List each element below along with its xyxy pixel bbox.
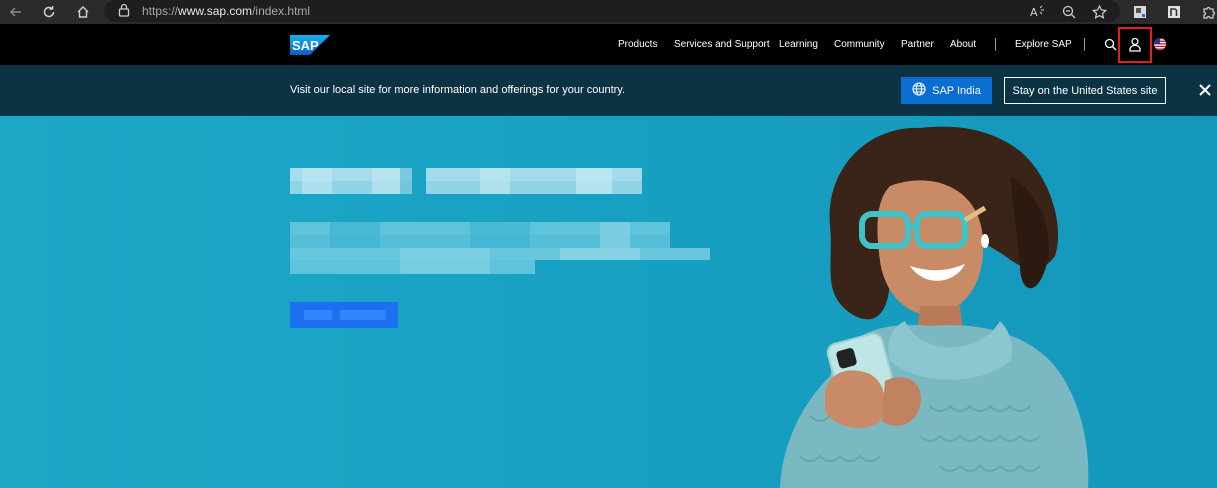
extensions-puzzle-icon[interactable] (1199, 3, 1217, 21)
svg-text:SAP: SAP (292, 38, 319, 53)
banner-message: Visit our local site for more informatio… (290, 84, 626, 96)
nav-community[interactable]: Community (834, 39, 885, 50)
lock-icon (118, 3, 130, 22)
address-bar[interactable]: https://www.sap.com/index.html (104, 0, 1120, 22)
hero-section (0, 116, 1217, 488)
url-text[interactable]: https://www.sap.com/index.html (142, 4, 310, 18)
search-icon[interactable] (1102, 36, 1118, 52)
svg-text:A: A (1030, 6, 1038, 19)
stay-on-us-site-label: Stay on the United States site (1012, 84, 1158, 97)
nav-divider (1084, 38, 1085, 51)
collections-icon[interactable] (1131, 3, 1149, 21)
stay-on-us-site-button[interactable]: Stay on the United States site (1004, 77, 1166, 104)
sap-india-button[interactable]: SAP India (901, 77, 992, 104)
close-icon[interactable] (1198, 83, 1212, 97)
nav-services-and-support[interactable]: Services and Support (674, 39, 770, 50)
zoom-out-icon[interactable] (1060, 3, 1078, 21)
back-arrow-icon[interactable] (7, 3, 25, 21)
nav-explore-sap[interactable]: Explore SAP (1015, 39, 1072, 50)
nav-products[interactable]: Products (618, 39, 657, 50)
favorite-star-icon[interactable] (1090, 3, 1108, 21)
nav-partner[interactable]: Partner (901, 39, 934, 50)
browser-toolbar: https://www.sap.com/index.html A (0, 0, 1217, 24)
nav-about[interactable]: About (950, 39, 976, 50)
home-icon[interactable] (74, 3, 92, 21)
nav-learning[interactable]: Learning (779, 39, 818, 50)
nav-divider (995, 38, 996, 51)
country-suggestion-banner: Visit our local site for more informatio… (0, 65, 1217, 116)
extension-n-icon[interactable] (1165, 3, 1183, 21)
hero-woman-image (770, 116, 1100, 488)
sap-logo[interactable]: SAP (290, 35, 330, 55)
user-profile-icon[interactable] (1127, 36, 1143, 52)
sap-india-label: SAP India (932, 84, 981, 97)
hero-cta-button-redacted[interactable] (290, 302, 398, 328)
globe-icon (912, 82, 926, 99)
site-header: SAP Products Services and Support Learni… (0, 24, 1217, 65)
read-aloud-icon[interactable]: A (1029, 3, 1047, 21)
us-flag-icon[interactable] (1152, 36, 1168, 52)
reload-icon[interactable] (40, 3, 58, 21)
